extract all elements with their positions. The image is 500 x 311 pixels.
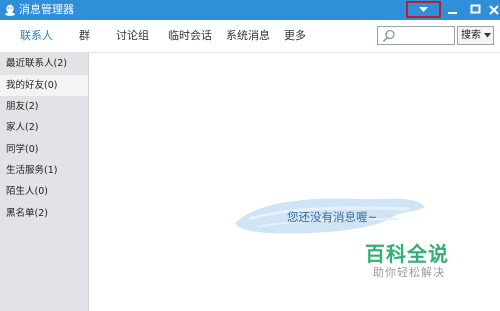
sidebar-item-strangers[interactable]: 陌生人(0): [0, 181, 88, 202]
tab-system-messages[interactable]: 系统消息: [226, 20, 270, 52]
search-input[interactable]: [377, 26, 455, 45]
dropdown-menu-button[interactable]: [406, 1, 441, 18]
message-manager-window: 消息管理器 联系人 群 讨论组 临时会话 系统消息 更多 搜索 最近联系人(2)…: [0, 0, 500, 311]
tab-temporary-chats[interactable]: 临时会话: [168, 20, 212, 52]
sidebar-item-recent-contacts[interactable]: 最近联系人(2): [0, 53, 88, 74]
tab-discussion-groups[interactable]: 讨论组: [116, 20, 149, 52]
sidebar-item-life-services[interactable]: 生活服务(1): [0, 160, 88, 181]
chevron-down-icon: [419, 7, 428, 12]
minimize-button[interactable]: [441, 0, 464, 20]
qq-penguin-icon: [5, 4, 15, 16]
sidebar-item-my-friends[interactable]: 我的好友(0): [0, 75, 88, 96]
sidebar-item-blacklist[interactable]: 黑名单(2): [0, 203, 88, 224]
sidebar-item-family[interactable]: 家人(2): [0, 117, 88, 138]
tab-more[interactable]: 更多: [284, 20, 306, 52]
maximize-icon: [470, 4, 481, 14]
search-button-label: 搜索: [461, 30, 481, 41]
watermark-logo: 百科全说: [365, 242, 449, 266]
minimize-icon: [448, 12, 457, 14]
close-button[interactable]: [487, 0, 500, 20]
tab-contacts[interactable]: 联系人: [20, 20, 53, 52]
caret-down-icon: [484, 33, 491, 38]
watermark-subtitle: 助你轻松解决: [373, 266, 445, 279]
tab-groups[interactable]: 群: [79, 20, 90, 52]
sidebar-item-friends[interactable]: 朋友(2): [0, 96, 88, 117]
title-bar: 消息管理器: [0, 0, 500, 20]
contact-group-sidebar: 最近联系人(2) 我的好友(0) 朋友(2) 家人(2) 同学(0) 生活服务(…: [0, 53, 88, 311]
empty-state-message: 您还没有消息喔~: [287, 210, 378, 224]
maximize-button[interactable]: [464, 0, 487, 20]
sidebar-item-classmates[interactable]: 同学(0): [0, 139, 88, 160]
close-icon: [489, 5, 499, 15]
search-button[interactable]: 搜索: [457, 26, 494, 45]
tab-bar: 联系人 群 讨论组 临时会话 系统消息 更多 搜索: [0, 20, 500, 53]
search-icon: [382, 29, 395, 43]
window-title: 消息管理器: [19, 3, 74, 16]
